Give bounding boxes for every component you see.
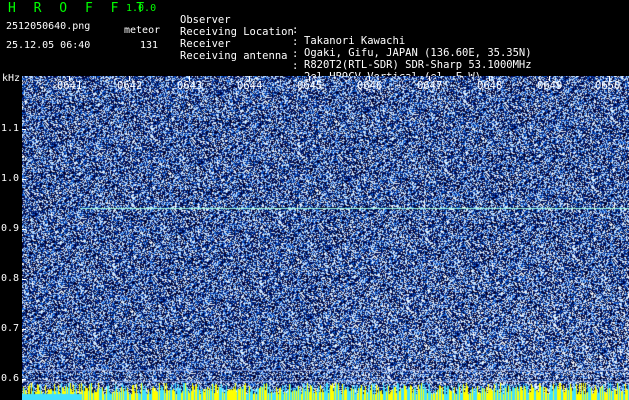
y-tick-label: 1.1 [1, 123, 20, 134]
x-tick-label: 0646 [357, 80, 383, 92]
tick-mark [22, 279, 26, 280]
tick-mark [489, 76, 490, 81]
tick-mark [22, 379, 26, 380]
info-label: Receiving antenna [180, 49, 288, 62]
info-value: Takanori Kawachi [304, 34, 406, 47]
y-tick-label: 0.8 [1, 273, 20, 284]
tick-mark [249, 76, 250, 81]
info-value: Ogaki, Gifu, JAPAN (136.60E, 35.35N) [304, 46, 532, 59]
x-tick-label: 0650 [595, 80, 621, 92]
info-separator: : [292, 36, 299, 48]
tick-mark [189, 76, 190, 81]
tick-mark [129, 76, 130, 81]
tick-mark [309, 76, 310, 81]
tick-mark [549, 76, 550, 81]
info-separator: : [292, 48, 299, 60]
info-value: R820T2(RTL-SDR) SDR-Sharp 53.1000MHz [304, 58, 532, 71]
x-tick-label: 0648 [477, 80, 503, 92]
tick-mark [429, 76, 430, 81]
tick-mark [369, 76, 370, 81]
x-tick-label: 0649 [537, 80, 563, 92]
tick-mark [22, 129, 26, 130]
spectrogram-canvas[interactable] [22, 76, 629, 400]
app-version: 1.0.0 [126, 3, 157, 14]
x-tick-label: 0644 [237, 80, 263, 92]
x-tick-label: 0647 [417, 80, 443, 92]
y-tick-label: 0.7 [1, 323, 20, 334]
meteor-count: 131 [140, 40, 159, 51]
x-tick-label: 0643 [177, 80, 203, 92]
timestamp: 25.12.05 06:40 [6, 40, 91, 51]
y-axis-unit: kHz [2, 73, 21, 84]
spectrogram[interactable] [22, 76, 629, 400]
x-tick-label: 0641 [57, 80, 83, 92]
x-tick-label: 0642 [117, 80, 143, 92]
x-tick-label: 0645 [297, 80, 323, 92]
y-tick-label: 1.0 [1, 173, 20, 184]
meteor-label: meteor [124, 25, 161, 36]
info-separator: : [292, 60, 299, 72]
y-tick-label: 0.6 [1, 373, 20, 384]
hrofft-window: H R O F F T 1.0.0 2512050640.png 25.12.0… [0, 0, 629, 400]
tick-mark [22, 329, 26, 330]
tick-mark [69, 76, 70, 81]
tick-mark [22, 229, 26, 230]
tick-mark [609, 76, 610, 81]
y-tick-label: 0.9 [1, 223, 20, 234]
tick-mark [22, 179, 26, 180]
file-name: 2512050640.png [6, 21, 91, 32]
